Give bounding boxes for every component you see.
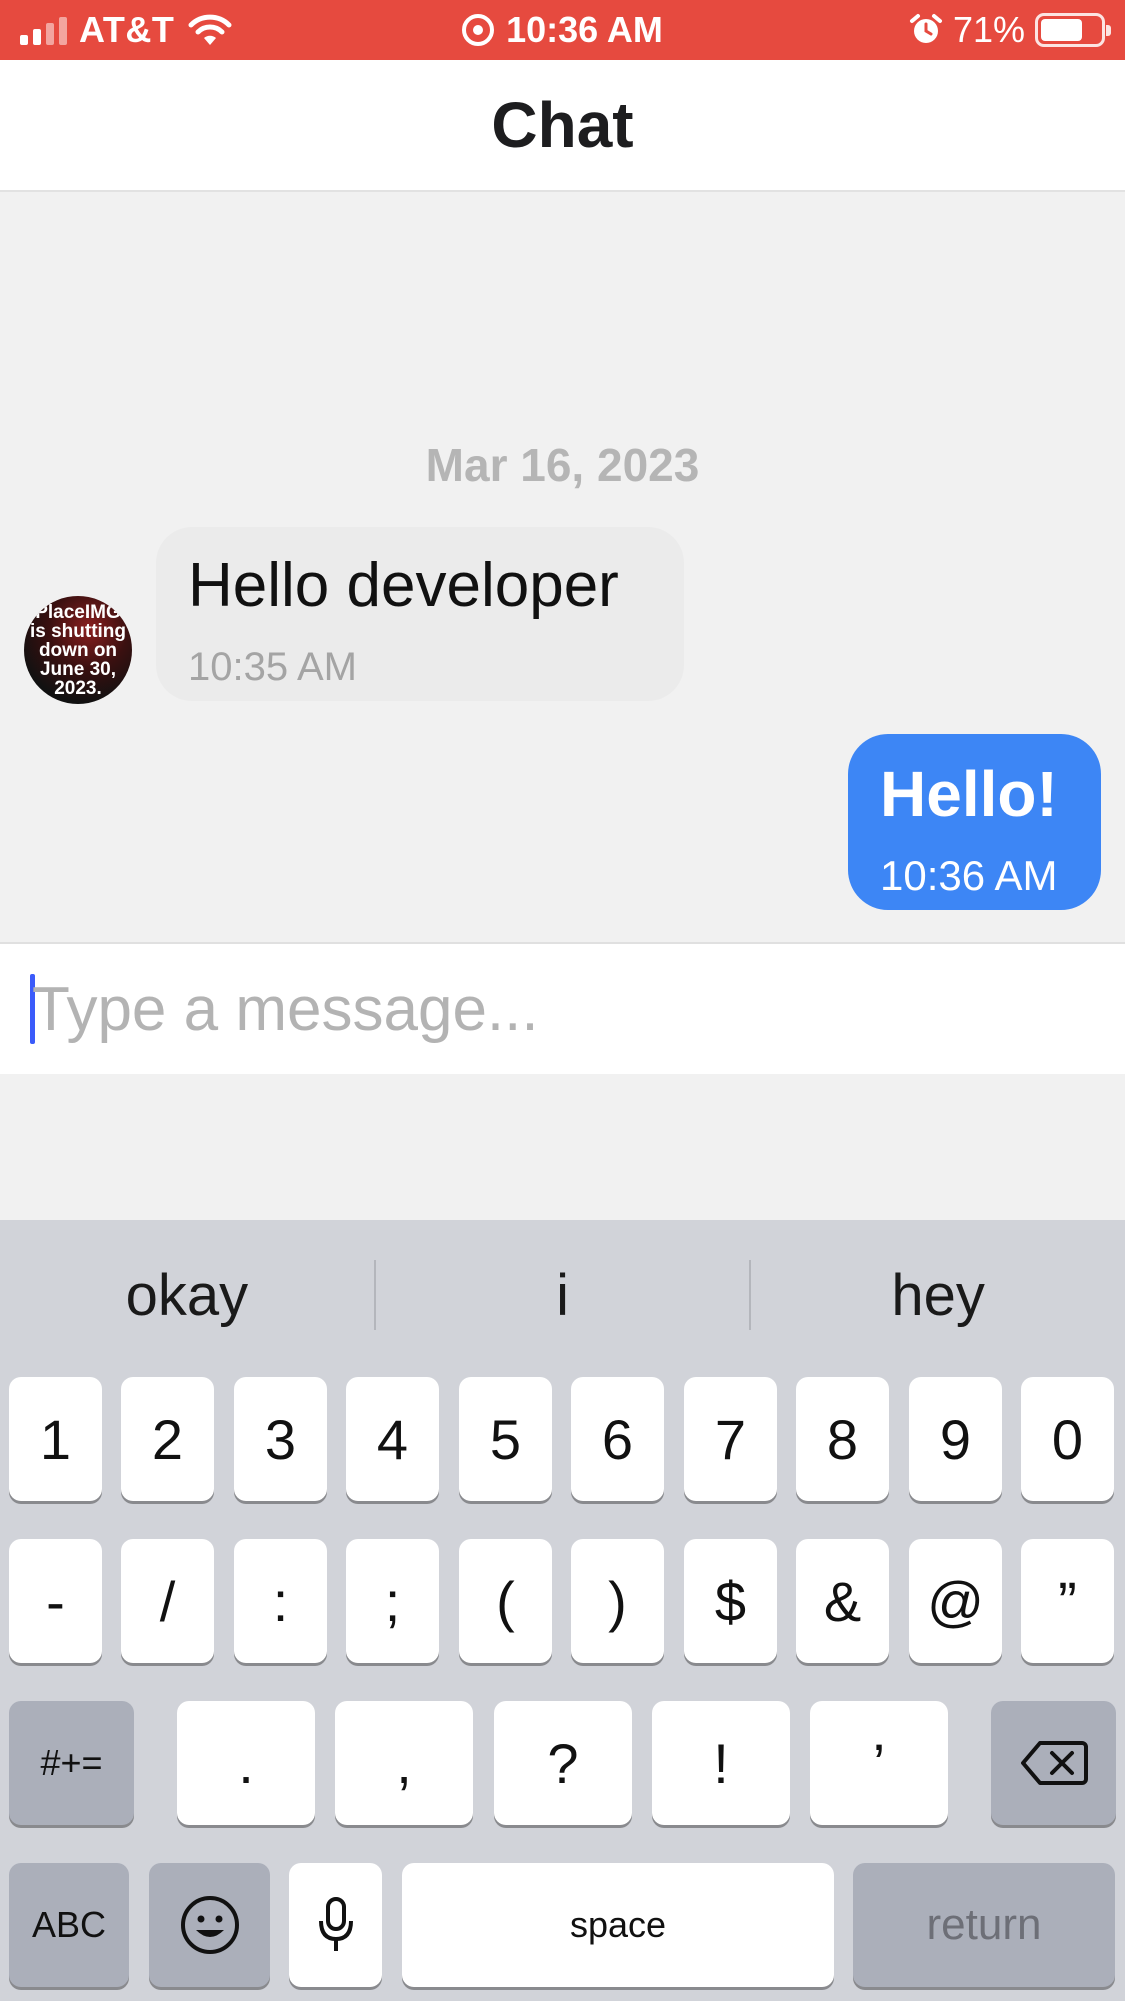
- message-timestamp: 10:36 AM: [880, 852, 1058, 899]
- suggestion-i[interactable]: i: [376, 1262, 750, 1329]
- incoming-message-bubble[interactable]: Hello developer 10:35 AM: [156, 527, 684, 701]
- key-colon[interactable]: :: [234, 1539, 327, 1663]
- message-text: Hello!: [880, 758, 1058, 830]
- key-2[interactable]: 2: [121, 1377, 214, 1501]
- key-apostrophe[interactable]: ’: [810, 1701, 948, 1825]
- message-composer: [0, 942, 1125, 1074]
- status-bar: AT&T 10:36 AM 71%: [0, 0, 1125, 60]
- key-0[interactable]: 0: [1021, 1377, 1114, 1501]
- keyboard: okay i hey 1 2 3 4 5 6 7 8 9 0 - / : ; (…: [0, 1220, 1125, 2001]
- outgoing-message-bubble[interactable]: Hello! 10:36 AM: [848, 734, 1101, 910]
- return-key[interactable]: return: [853, 1863, 1115, 1987]
- emoji-icon: [180, 1896, 239, 1954]
- delete-key[interactable]: [991, 1701, 1116, 1825]
- key-1[interactable]: 1: [9, 1377, 102, 1501]
- key-close-paren[interactable]: ): [571, 1539, 664, 1663]
- dictation-key[interactable]: [289, 1863, 382, 1987]
- backspace-icon: [1020, 1741, 1088, 1785]
- abc-key[interactable]: ABC: [9, 1863, 129, 1987]
- page-title: Chat: [491, 89, 634, 161]
- chat-header: Chat: [0, 60, 1125, 192]
- battery-icon: [1035, 13, 1111, 47]
- date-separator: Mar 16, 2023: [425, 439, 700, 491]
- key-3[interactable]: 3: [234, 1377, 327, 1501]
- avatar[interactable]: PlaceIMG is shutting down on June 30, 20…: [24, 596, 132, 704]
- key-slash[interactable]: /: [121, 1539, 214, 1663]
- key-7[interactable]: 7: [684, 1377, 777, 1501]
- key-comma[interactable]: ,: [335, 1701, 473, 1825]
- key-period[interactable]: .: [177, 1701, 315, 1825]
- key-at[interactable]: @: [909, 1539, 1002, 1663]
- orientation-lock-icon: [462, 14, 495, 46]
- key-4[interactable]: 4: [346, 1377, 439, 1501]
- key-dollar[interactable]: $: [684, 1539, 777, 1663]
- alarm-icon: [909, 14, 942, 43]
- suggestion-okay[interactable]: okay: [0, 1262, 374, 1329]
- suggestion-hey[interactable]: hey: [751, 1262, 1125, 1329]
- key-hyphen[interactable]: -: [9, 1539, 102, 1663]
- key-ampersand[interactable]: &: [796, 1539, 889, 1663]
- message-text: Hello developer: [188, 551, 619, 620]
- message-input[interactable]: [32, 964, 1092, 1054]
- key-5[interactable]: 5: [459, 1377, 552, 1501]
- key-question[interactable]: ?: [494, 1701, 632, 1825]
- key-6[interactable]: 6: [571, 1377, 664, 1501]
- battery-level: [1041, 19, 1083, 41]
- avatar-image-text: PlaceIMG is shutting down on June 30, 20…: [29, 601, 127, 699]
- carrier-name: AT&T: [79, 9, 175, 50]
- key-9[interactable]: 9: [909, 1377, 1002, 1501]
- key-exclamation[interactable]: !: [652, 1701, 790, 1825]
- space-key[interactable]: space: [402, 1863, 834, 1987]
- microphone-icon: [318, 1897, 353, 1951]
- status-time: 10:36 AM: [506, 9, 663, 50]
- key-8[interactable]: 8: [796, 1377, 889, 1501]
- predictive-bar: okay i hey: [0, 1220, 1125, 1370]
- emoji-key[interactable]: [149, 1863, 270, 1987]
- cellular-signal-icon: [20, 15, 67, 45]
- battery-percent: 71%: [952, 9, 1025, 50]
- key-semicolon[interactable]: ;: [346, 1539, 439, 1663]
- symbols-toggle-key[interactable]: #+=: [9, 1701, 134, 1825]
- key-open-paren[interactable]: (: [459, 1539, 552, 1663]
- wifi-icon: [188, 14, 232, 45]
- message-timestamp: 10:35 AM: [188, 645, 358, 689]
- key-quote[interactable]: ”: [1021, 1539, 1114, 1663]
